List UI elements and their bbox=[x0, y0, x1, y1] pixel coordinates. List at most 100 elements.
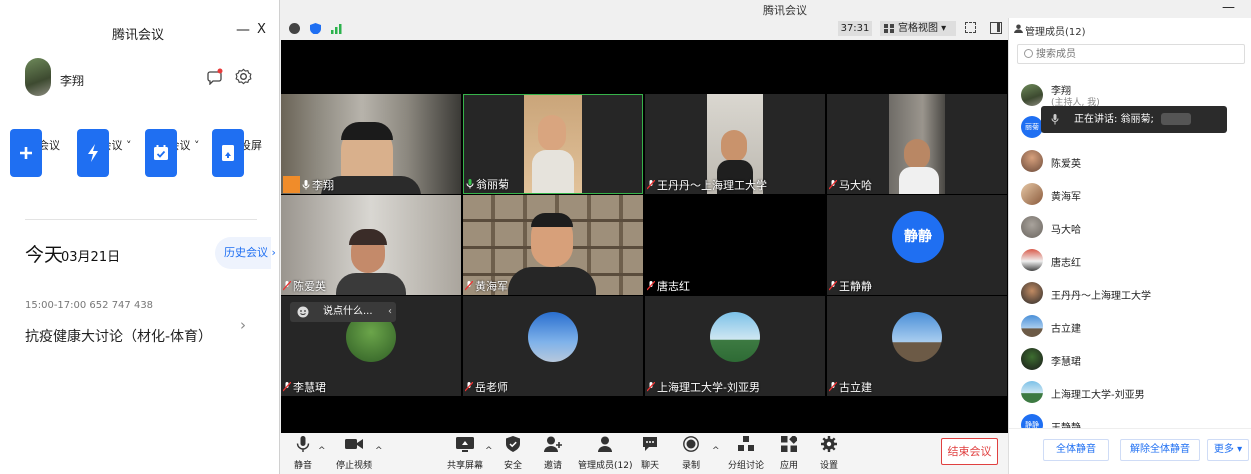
member-row-host[interactable]: 李翔 (主持人, 我) bbox=[1021, 84, 1241, 108]
invite-button[interactable]: 邀请 bbox=[544, 436, 562, 471]
search-input[interactable] bbox=[1036, 46, 1236, 62]
invite-label: 邀请 bbox=[544, 461, 563, 471]
chevron-right-icon[interactable]: › bbox=[240, 316, 246, 334]
minimize-button[interactable]: — bbox=[236, 22, 250, 38]
avatar bbox=[1021, 84, 1043, 106]
speaking-tooltip: 正在讲话: 翁丽菊; bbox=[1041, 106, 1227, 133]
emoji-icon[interactable] bbox=[297, 306, 309, 318]
member-search[interactable] bbox=[1017, 44, 1245, 64]
mic-off-icon bbox=[647, 281, 655, 291]
member-row[interactable]: 静静 王静静 bbox=[1021, 414, 1241, 428]
member-row[interactable]: 陈爱英 bbox=[1021, 150, 1241, 174]
top-bar: 37:31 宫格视图 ▾ bbox=[280, 18, 1008, 40]
member-name: 王静静 bbox=[1051, 419, 1081, 428]
video-tile[interactable]: 唐志红 bbox=[645, 195, 825, 295]
more-button[interactable]: 更多 ▾ bbox=[1207, 439, 1249, 461]
info-icon[interactable] bbox=[289, 23, 300, 34]
member-row[interactable]: 马大哈 bbox=[1021, 216, 1241, 240]
schedule-meeting-button[interactable]: 预定会议 ˅ bbox=[145, 129, 201, 177]
participant-hair bbox=[341, 122, 393, 140]
quick-meeting-button[interactable]: 快速会议 ˅ bbox=[77, 129, 133, 177]
breakout-rooms-button[interactable]: 分组讨论 bbox=[728, 436, 764, 471]
participant-body bbox=[508, 267, 596, 295]
mute-all-button[interactable]: 全体静音 bbox=[1043, 439, 1109, 461]
lightning-icon bbox=[77, 129, 109, 177]
mic-icon bbox=[296, 436, 310, 452]
member-name: 上海理工大学-刘亚男 bbox=[1051, 390, 1145, 401]
close-button[interactable]: X bbox=[257, 22, 266, 37]
video-tile[interactable]: 马大哈 bbox=[827, 94, 1007, 194]
caret-up-icon[interactable]: ^ bbox=[318, 446, 326, 456]
chat-input[interactable]: 说点什么... ‹ bbox=[290, 302, 396, 322]
gear-icon[interactable] bbox=[235, 68, 252, 85]
plus-icon bbox=[10, 129, 42, 177]
redacted-block bbox=[1161, 113, 1191, 125]
record-button[interactable]: 录制 bbox=[682, 436, 700, 471]
video-tile[interactable]: 陈爱英 bbox=[281, 195, 461, 295]
video-tile[interactable]: 静静 王静静 bbox=[827, 195, 1007, 295]
video-tile-active-speaker[interactable]: 翁丽菊 bbox=[463, 94, 643, 194]
view-mode-dropdown[interactable]: 宫格视图 ▾ bbox=[880, 21, 956, 36]
meeting-title[interactable]: 抗疫健康大讨论（材化-体育） bbox=[25, 326, 212, 346]
history-meetings-button[interactable]: 历史会议 › bbox=[215, 237, 276, 269]
member-row[interactable]: 唐志红 bbox=[1021, 249, 1241, 273]
video-tile[interactable]: 李翔 bbox=[281, 94, 461, 194]
sidebar-toggle-icon[interactable] bbox=[990, 22, 1002, 34]
message-icon[interactable] bbox=[207, 67, 223, 85]
settings-button[interactable]: 设置 bbox=[820, 436, 838, 471]
stop-video-button[interactable]: 停止视频 bbox=[336, 436, 372, 471]
avatar bbox=[1021, 216, 1043, 238]
member-name: 黄海军 bbox=[1051, 192, 1081, 203]
avatar[interactable] bbox=[25, 58, 51, 96]
video-tile[interactable]: 上海理工大学-刘亚男 bbox=[645, 296, 825, 396]
participant-hair bbox=[531, 213, 573, 227]
member-row[interactable]: 王丹丹～上海理工大学 bbox=[1021, 282, 1241, 306]
mic-off-icon bbox=[283, 281, 291, 291]
member-name: 古立建 bbox=[1051, 324, 1081, 335]
tencent-meeting-home: 腾讯会议 — X 李翔 加入会议 快速会议 ˅ 预定会议 ˅ 无线投屏 今天 0… bbox=[0, 0, 276, 474]
participant-body bbox=[899, 167, 939, 194]
share-screen-button[interactable]: 共享屏幕 bbox=[447, 436, 483, 471]
meeting-toolbar: 静音 ^ 停止视频 ^ 共享屏幕 ^ 安全 邀请 管理成员(12) 聊天 录制 … bbox=[280, 433, 1008, 474]
caret-up-icon[interactable]: ^ bbox=[375, 446, 383, 456]
share-screen-icon bbox=[456, 437, 474, 452]
shield-icon[interactable] bbox=[310, 23, 321, 34]
caret-up-icon[interactable]: ^ bbox=[712, 446, 720, 456]
caret-up-icon[interactable]: ^ bbox=[485, 446, 493, 456]
security-button[interactable]: 安全 bbox=[504, 436, 522, 471]
minimize-button[interactable]: — bbox=[1222, 0, 1235, 15]
member-row[interactable]: 古立建 bbox=[1021, 315, 1241, 339]
mute-label: 静音 bbox=[294, 461, 313, 471]
manage-members-button[interactable]: 管理成员(12) bbox=[578, 436, 632, 471]
panel-actions: 全体静音 解除全体静音 更多 ▾ bbox=[1009, 428, 1251, 474]
member-row[interactable]: 上海理工大学-刘亚男 bbox=[1021, 381, 1241, 405]
end-meeting-button[interactable]: 结束会议 bbox=[941, 438, 998, 465]
participant-body bbox=[336, 273, 406, 295]
wireless-cast-button[interactable]: 无线投屏 bbox=[212, 129, 268, 177]
fullscreen-icon[interactable] bbox=[965, 22, 976, 33]
participant-avatar bbox=[892, 312, 942, 362]
person-icon bbox=[1014, 24, 1023, 33]
avatar bbox=[1021, 381, 1043, 403]
member-row[interactable]: 黄海军 bbox=[1021, 183, 1241, 207]
mic-speaking-icon bbox=[466, 179, 474, 189]
participant-name: 岳老师 bbox=[465, 379, 508, 395]
apps-button[interactable]: 应用 bbox=[780, 434, 799, 471]
video-tile[interactable]: 王丹丹～上海理工大学 bbox=[645, 94, 825, 194]
mic-icon bbox=[1051, 114, 1059, 125]
members-panel: 管理成员(12) 李翔 (主持人, 我) 丽菊 正在讲话: 翁丽菊; 陈爱英 黄… bbox=[1008, 18, 1251, 474]
mic-off-icon bbox=[647, 382, 655, 392]
video-tile[interactable]: 黄海军 bbox=[463, 195, 643, 295]
apps-label: 应用 bbox=[780, 461, 799, 471]
join-meeting-button[interactable]: 加入会议 bbox=[10, 129, 66, 177]
video-tile[interactable]: 古立建 bbox=[827, 296, 1007, 396]
avatar bbox=[1021, 150, 1043, 172]
chat-button[interactable]: 聊天 bbox=[641, 436, 659, 471]
collapse-icon[interactable]: ‹ bbox=[388, 302, 392, 322]
member-row[interactable]: 李慧珺 bbox=[1021, 348, 1241, 372]
mute-button[interactable]: 静音 bbox=[294, 436, 312, 471]
avatar bbox=[1021, 348, 1043, 370]
unmute-all-button[interactable]: 解除全体静音 bbox=[1120, 439, 1200, 461]
meeting-window: 腾讯会议 — 37:31 宫格视图 ▾ 李翔 翁丽菊 王丹丹～上海理工大学 马大… bbox=[279, 0, 1251, 474]
video-tile[interactable]: 岳老师 bbox=[463, 296, 643, 396]
